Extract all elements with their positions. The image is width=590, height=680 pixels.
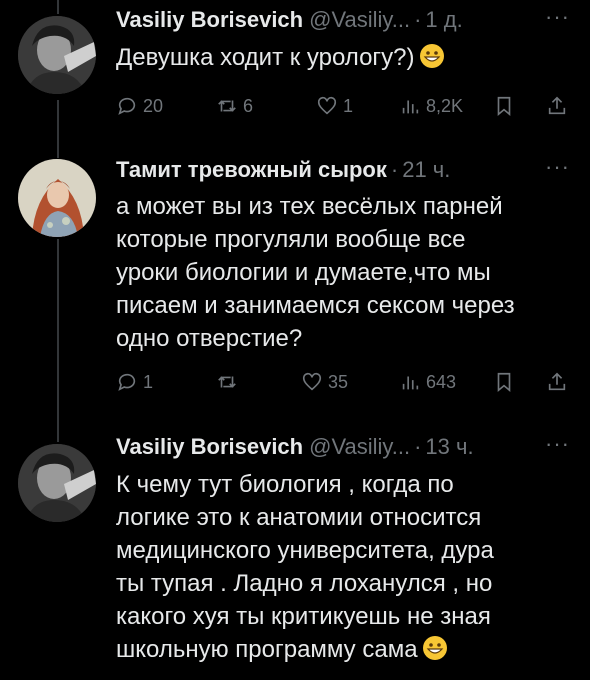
reply-button[interactable]: 1 <box>116 368 153 396</box>
share-button[interactable] <box>546 92 568 120</box>
author-name[interactable]: Vasiliy Borisevich <box>116 434 303 460</box>
avatar[interactable] <box>18 159 96 237</box>
more-options-icon[interactable]: ··· <box>545 433 570 455</box>
more-options-icon[interactable]: ··· <box>545 156 570 178</box>
retweet-icon <box>218 100 236 112</box>
author-handle[interactable]: @Vasiliy... <box>309 434 410 460</box>
retweet-icon <box>218 376 236 388</box>
share-icon <box>548 372 566 391</box>
author-name[interactable]: Vasiliy Borisevich <box>116 7 303 33</box>
reply-count: 20 <box>143 95 164 116</box>
retweet-button[interactable]: 6 <box>216 92 253 120</box>
views-button[interactable]: 643 <box>399 368 456 396</box>
timestamp[interactable]: 21 ч. <box>402 157 450 183</box>
tweet-text: Девушка ходит к урологу?) <box>116 44 415 71</box>
retweet-count: 6 <box>243 95 254 116</box>
like-count: 35 <box>328 371 349 392</box>
views-button[interactable]: 8,2K <box>399 92 463 120</box>
like-button[interactable]: 35 <box>301 368 348 396</box>
tweet[interactable]: Vasiliy Borisevich @Vasiliy... · 1 д. ··… <box>0 0 590 150</box>
avatar-image <box>18 16 96 94</box>
reply-icon <box>118 373 136 391</box>
timestamp[interactable]: 1 д. <box>425 7 462 33</box>
like-count: 1 <box>343 95 354 116</box>
share-icon <box>548 96 566 115</box>
author-handle[interactable]: @Vasiliy... <box>309 7 410 33</box>
avatar-image <box>18 159 96 237</box>
avatar[interactable] <box>18 16 96 94</box>
grinning-face-icon <box>422 636 447 660</box>
views-icon <box>402 100 419 114</box>
more-options-icon[interactable]: ··· <box>545 6 570 28</box>
author-name[interactable]: Тамит тревожный сырок <box>116 157 387 183</box>
views-count: 643 <box>426 371 457 392</box>
tweet-header: Vasiliy Borisevich @Vasiliy... · 1 д. ··… <box>116 6 570 34</box>
heart-icon <box>302 372 322 391</box>
reply-button[interactable]: 20 <box>116 92 163 120</box>
separator-dot: · <box>414 434 422 459</box>
share-button[interactable] <box>546 368 568 396</box>
action-bar: 20 6 1 8,2K <box>116 92 572 120</box>
tweet-header: Vasiliy Borisevich @Vasiliy... · 13 ч. ·… <box>116 433 570 461</box>
tweet[interactable]: Vasiliy Borisevich @Vasiliy... · 13 ч. ·… <box>0 428 590 680</box>
grinning-face-icon <box>419 44 444 68</box>
retweet-button[interactable] <box>216 368 243 396</box>
tweet[interactable]: Тамит тревожный сырок · 21 ч. ··· а може… <box>0 150 590 428</box>
tweet-text-wrap: К чему тут биология , когда по логике эт… <box>116 468 570 666</box>
avatar-image <box>18 444 96 522</box>
action-bar: 1 35 643 <box>116 368 572 396</box>
bookmark-button[interactable] <box>493 92 515 120</box>
separator-dot: · <box>390 157 399 182</box>
views-icon <box>402 376 419 390</box>
heart-icon <box>317 96 337 115</box>
tweet-header: Тамит тревожный сырок · 21 ч. ··· <box>116 156 570 184</box>
views-count: 8,2K <box>426 95 464 116</box>
bookmark-button[interactable] <box>493 368 515 396</box>
reply-icon <box>118 97 136 115</box>
reply-count: 1 <box>143 371 154 392</box>
tweet-text: а может вы из тех весёлых парней которые… <box>116 193 515 352</box>
separator-dot: · <box>414 7 422 32</box>
avatar[interactable] <box>18 444 96 522</box>
like-button[interactable]: 1 <box>316 92 353 120</box>
bookmark-icon <box>497 96 511 117</box>
bookmark-icon <box>497 372 511 393</box>
timestamp[interactable]: 13 ч. <box>425 434 473 460</box>
tweet-text-wrap: Девушка ходит к урологу?) <box>116 41 570 74</box>
